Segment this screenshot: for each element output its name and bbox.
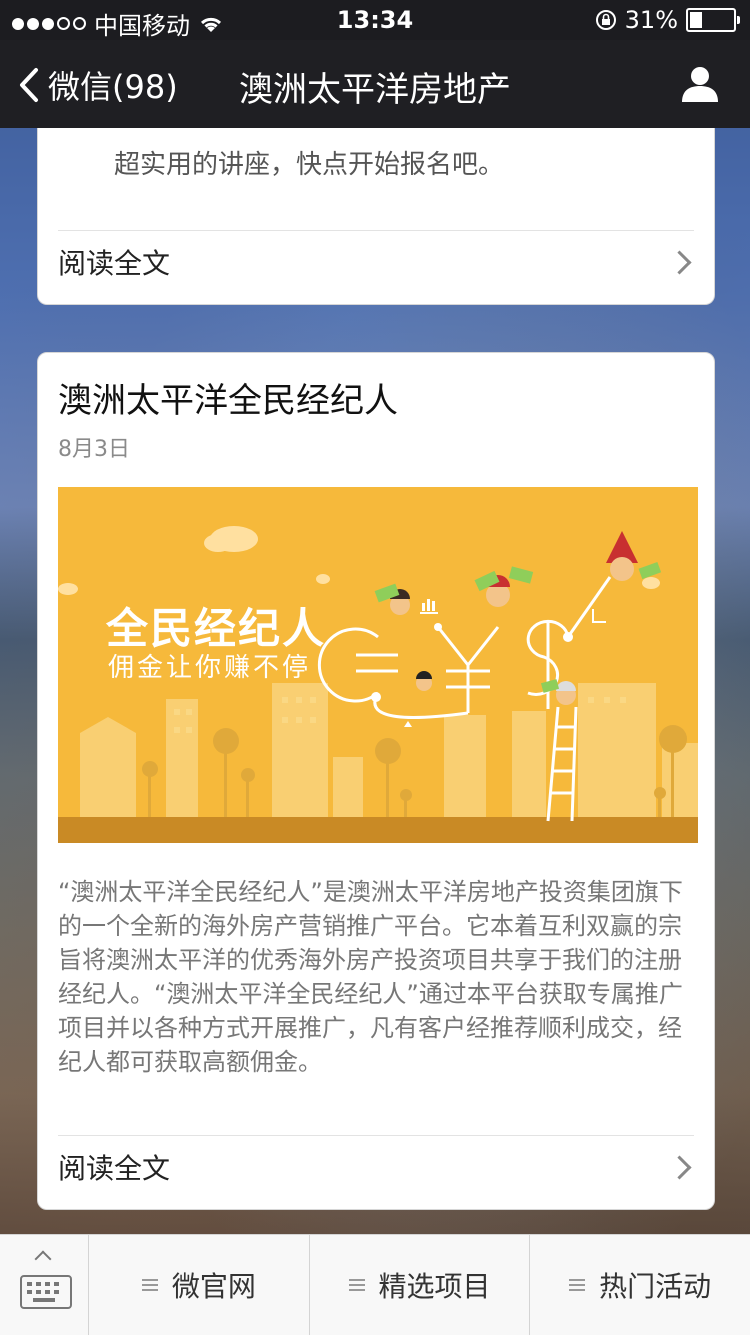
article-card-previous: 超实用的讲座，快点开始报名吧。 阅读全文 bbox=[37, 128, 715, 305]
cover-subtitle: 佣金让你赚不停 bbox=[108, 653, 312, 683]
chevron-right-icon bbox=[667, 1154, 692, 1180]
article-excerpt: 超实用的讲座，快点开始报名吧。 bbox=[114, 150, 505, 180]
status-bar: 中国移动 13:34 31% bbox=[0, 0, 750, 40]
bottom-menu-bar: 微官网 精选项目 热门活动 bbox=[0, 1234, 750, 1335]
article-title: 澳洲太平洋全民经纪人 bbox=[58, 381, 398, 421]
divider bbox=[58, 230, 694, 231]
battery-percent: 31% bbox=[624, 6, 678, 34]
read-more-label: 阅读全文 bbox=[58, 1152, 171, 1185]
keyboard-icon bbox=[20, 1275, 72, 1309]
article-description: “澳洲太平洋全民经纪人”是澳洲太平洋房地产投资集团旗下的一个全新的海外房产营销推… bbox=[58, 878, 683, 1076]
article-date: 8月3日 bbox=[58, 437, 130, 462]
orientation-lock-icon bbox=[595, 10, 616, 30]
menu-item-official-site[interactable]: 微官网 bbox=[89, 1235, 310, 1335]
profile-icon[interactable] bbox=[680, 64, 720, 104]
article-cover-image[interactable]: 全民经纪人 佣金让你赚不停 bbox=[58, 487, 698, 843]
page-title: 澳洲太平洋房地产 bbox=[239, 70, 511, 110]
menu-lines-icon bbox=[348, 1279, 365, 1291]
article-card[interactable]: 澳洲太平洋全民经纪人 8月3日 全民经纪人 佣金让你赚不停 “澳洲太平洋全民经纪… bbox=[37, 352, 715, 1210]
menu-item-featured-projects[interactable]: 精选项目 bbox=[310, 1235, 531, 1335]
menu-lines-icon bbox=[141, 1279, 158, 1291]
menu-item-hot-events[interactable]: 热门活动 bbox=[530, 1235, 750, 1335]
chevron-up-icon bbox=[34, 1250, 52, 1268]
read-more-link[interactable]: 阅读全文 bbox=[58, 1137, 694, 1197]
menu-item-label: 热门活动 bbox=[599, 1270, 712, 1303]
divider bbox=[58, 1135, 694, 1136]
chevron-right-icon bbox=[667, 249, 692, 275]
read-more-label: 阅读全文 bbox=[58, 247, 171, 280]
navigation-bar: 微信(98) 澳洲太平洋房地产 bbox=[0, 40, 750, 128]
keyboard-toggle-button[interactable] bbox=[0, 1235, 89, 1335]
menu-lines-icon bbox=[569, 1279, 586, 1291]
read-more-link[interactable]: 阅读全文 bbox=[58, 232, 694, 292]
battery-icon bbox=[686, 8, 740, 32]
menu-item-label: 精选项目 bbox=[378, 1270, 491, 1303]
menu-item-label: 微官网 bbox=[171, 1270, 256, 1303]
